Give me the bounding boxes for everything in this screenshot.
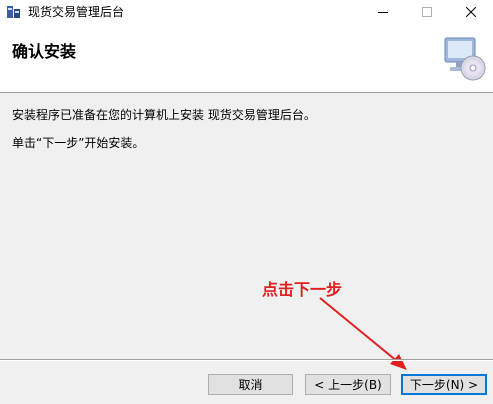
annotation-label: 点击下一步 <box>262 280 343 299</box>
footer-divider <box>0 359 493 361</box>
maximize-icon <box>422 7 432 17</box>
ready-message: 安装程序已准备在您的计算机上安装 现货交易管理后台。 <box>12 108 316 122</box>
back-button[interactable]: < 上一步(B) <box>305 374 391 395</box>
minimize-button[interactable] <box>361 0 405 24</box>
instruction-message: 单击“下一步”开始安装。 <box>12 136 145 150</box>
minimize-icon <box>378 12 388 13</box>
maximize-button[interactable] <box>405 0 449 24</box>
close-button[interactable] <box>449 0 493 24</box>
computer-cd-icon <box>441 36 487 82</box>
window-title: 现货交易管理后台 <box>28 5 125 19</box>
title-bar: 现货交易管理后台 <box>0 0 493 24</box>
close-icon <box>466 7 476 17</box>
wizard-header: 确认安装 <box>0 24 493 93</box>
cancel-button[interactable]: 取消 <box>208 374 293 395</box>
wizard-content: 安装程序已准备在您的计算机上安装 现货交易管理后台。 单击“下一步”开始安装。 … <box>0 93 493 355</box>
installer-app-icon <box>6 4 22 20</box>
next-button[interactable]: 下一步(N) > <box>401 374 487 395</box>
page-title: 确认安装 <box>12 42 77 61</box>
installer-window: 现货交易管理后台 确认安装 安装程序已准备在您的计算机上安装 现货交易管理后台。… <box>0 0 493 404</box>
